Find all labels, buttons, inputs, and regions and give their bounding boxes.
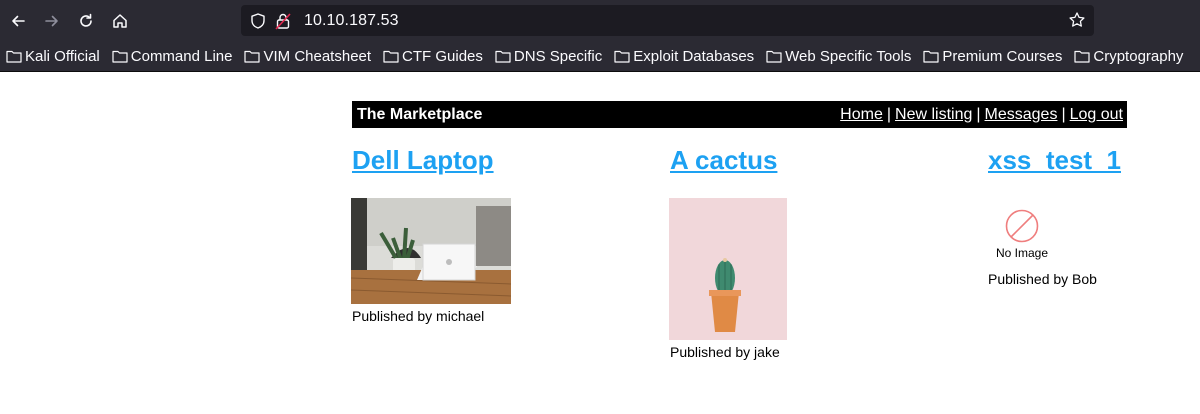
listing-publisher: Published by Bob	[988, 271, 1097, 287]
back-button[interactable]	[1, 5, 35, 37]
bookmark-exploit-databases[interactable]: Exploit Databases	[608, 48, 754, 65]
page-content: The Marketplace Home | New listing | Message…	[0, 72, 1200, 414]
bookmark-kali-official[interactable]: Kali Official	[0, 48, 100, 65]
folder-icon	[614, 50, 630, 63]
bookmark-label: Cryptography	[1093, 47, 1184, 65]
nav-messages-link[interactable]: Messages	[985, 106, 1058, 123]
listing-title-link[interactable]: Dell Laptop	[352, 145, 494, 175]
no-image-text: No Image	[995, 246, 1049, 260]
folder-icon	[495, 50, 511, 63]
bookmark-label: VIM Cheatsheet	[263, 47, 372, 65]
listing-card: A cactus	[670, 144, 777, 178]
bookmark-ctf-guides[interactable]: CTF Guides	[377, 48, 483, 65]
bookmark-cryptography[interactable]: Cryptography	[1068, 48, 1183, 65]
listing-image[interactable]	[351, 198, 511, 304]
bookmark-label: Premium Courses	[942, 47, 1063, 65]
site-header: The Marketplace Home | New listing | Message…	[352, 101, 1127, 128]
bookmark-label: CTF Guides	[402, 47, 483, 65]
reload-icon	[80, 13, 92, 27]
listing-title-link[interactable]: xss_test_1	[988, 145, 1121, 175]
listing-image[interactable]	[669, 198, 787, 340]
nav-separator: |	[1061, 105, 1066, 123]
site-title: The Marketplace	[357, 105, 483, 123]
bookmark-label: Kali Official	[25, 47, 100, 65]
nav-log-out-link[interactable]: Log out	[1070, 106, 1123, 123]
bookmark-command-line[interactable]: Command Line	[106, 47, 233, 65]
nav-separator: |	[886, 105, 892, 123]
bookmark-label: Web Specific Tools	[785, 47, 912, 65]
insecure-lock-icon[interactable]	[275, 12, 291, 30]
site-nav: Home | New listing | Messages | Log out	[840, 106, 1123, 124]
shield-icon[interactable]	[249, 12, 267, 30]
listing-card: Dell Laptop	[352, 144, 494, 178]
nav-home-link[interactable]: Home	[840, 106, 883, 123]
bookmark-dns-specific[interactable]: DNS Specific	[489, 48, 602, 65]
home-icon	[113, 13, 127, 28]
arrow-left-icon	[12, 15, 25, 26]
bookmark-label: DNS Specific	[513, 47, 603, 65]
star-icon[interactable]	[1068, 11, 1086, 29]
folder-icon	[6, 50, 22, 63]
bookmark-premium-courses[interactable]: Premium Courses	[917, 48, 1062, 65]
nav-separator: |	[976, 105, 981, 123]
bookmark-label: Command Line	[130, 47, 233, 65]
reload-button[interactable]	[69, 5, 103, 37]
no-image-placeholder[interactable]: No Image	[990, 208, 1054, 260]
url-text[interactable]: 10.10.187.53	[304, 12, 399, 30]
bookmarks-bar: Kali Official Command Line VIM Cheatshee…	[0, 41, 1200, 72]
folder-icon	[383, 50, 399, 63]
listing-card: xss_test_1	[988, 144, 1121, 178]
arrow-right-icon	[45, 15, 58, 26]
home-button[interactable]	[103, 5, 137, 37]
listing-publisher: Published by jake	[670, 344, 780, 360]
url-bar[interactable]: 10.10.187.53	[241, 5, 1094, 36]
forward-button[interactable]	[35, 5, 69, 37]
bookmark-web-specific-tools[interactable]: Web Specific Tools	[760, 48, 911, 65]
bookmark-vim-cheatsheet[interactable]: VIM Cheatsheet	[238, 48, 371, 65]
broken-image-icon	[1005, 209, 1039, 243]
folder-icon	[112, 50, 128, 63]
bookmark-label: Exploit Databases	[633, 47, 755, 65]
listing-title-link[interactable]: A cactus	[670, 145, 777, 175]
folder-icon	[923, 50, 939, 63]
folder-icon	[1074, 50, 1090, 63]
nav-new-listing-link[interactable]: New listing	[895, 106, 972, 123]
folder-icon	[244, 50, 261, 63]
folder-icon	[766, 50, 782, 63]
listing-publisher: Published by michael	[352, 308, 485, 324]
browser-toolbar: 10.10.187.53	[0, 0, 1200, 41]
